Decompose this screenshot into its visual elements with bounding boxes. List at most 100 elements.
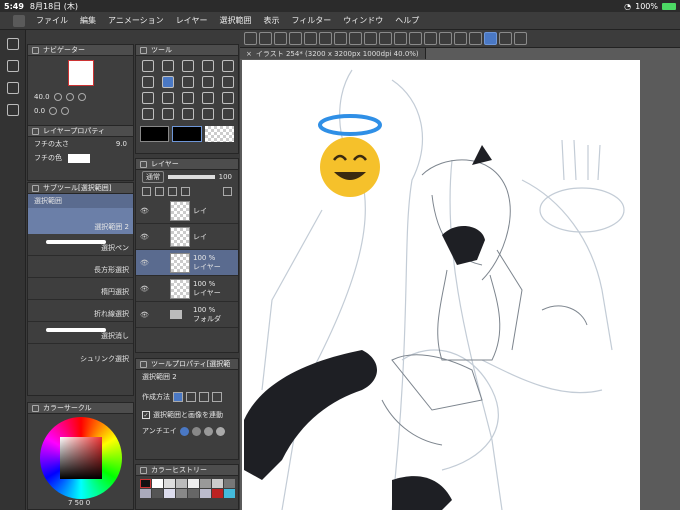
- open-icon[interactable]: [259, 32, 272, 45]
- gradient-tool-icon[interactable]: [202, 92, 214, 104]
- spinner-icon[interactable]: [349, 32, 362, 45]
- chevron-down-icon[interactable]: [514, 32, 527, 45]
- pen-icon[interactable]: [469, 32, 482, 45]
- eye-icon[interactable]: 👁: [140, 311, 149, 319]
- undo-icon[interactable]: [319, 32, 332, 45]
- eye-icon[interactable]: 👁: [140, 259, 149, 267]
- new-layer-icon[interactable]: [142, 186, 151, 196]
- deselect-icon[interactable]: [424, 32, 437, 45]
- subtool-item[interactable]: 選択範囲 2: [28, 208, 133, 234]
- zoom-value[interactable]: 40.0: [34, 93, 50, 101]
- layer-row[interactable]: 👁 100 % レイヤー: [136, 276, 238, 302]
- list-icon[interactable]: [7, 82, 19, 94]
- transform-icon[interactable]: [394, 32, 407, 45]
- canvas-paper[interactable]: [242, 60, 640, 510]
- menu-window[interactable]: ウィンドウ: [337, 15, 389, 26]
- opacity-value[interactable]: 100: [219, 173, 232, 181]
- history-swatch[interactable]: [164, 489, 175, 498]
- menu-selection[interactable]: 選択範囲: [213, 15, 257, 26]
- close-icon[interactable]: ×: [246, 50, 252, 58]
- new-folder-icon[interactable]: [155, 186, 164, 196]
- brush-icon[interactable]: [7, 38, 19, 50]
- brush-tool-icon[interactable]: [222, 76, 234, 88]
- pen-tool-icon[interactable]: [182, 76, 194, 88]
- crop-icon[interactable]: [409, 32, 422, 45]
- balloon-tool-icon[interactable]: [202, 108, 214, 120]
- color-square[interactable]: [59, 437, 102, 479]
- history-swatch[interactable]: [188, 489, 199, 498]
- menu-file[interactable]: ファイル: [30, 15, 74, 26]
- eye-icon[interactable]: 👁: [140, 285, 149, 293]
- frame-tool-icon[interactable]: [142, 108, 154, 120]
- new-file-icon[interactable]: [244, 32, 257, 45]
- layer-row[interactable]: 👁 レイ: [136, 198, 238, 224]
- material-icon[interactable]: [7, 104, 19, 116]
- history-swatch[interactable]: [152, 479, 163, 488]
- add-selection-icon[interactable]: [186, 392, 196, 402]
- antialias-none-icon[interactable]: [179, 426, 189, 436]
- zoom-out-icon[interactable]: [53, 93, 62, 101]
- main-color-swatch[interactable]: [140, 126, 170, 142]
- link-checkbox[interactable]: ✓: [142, 411, 150, 419]
- document-icon[interactable]: [7, 60, 19, 72]
- select-tool-icon[interactable]: [162, 76, 174, 88]
- history-swatch[interactable]: [200, 489, 211, 498]
- intersect-selection-icon[interactable]: [212, 392, 222, 402]
- rotate-value[interactable]: 0.0: [34, 107, 45, 115]
- transparent-color-swatch[interactable]: [204, 126, 234, 142]
- antialias-strong-icon[interactable]: [215, 426, 225, 436]
- history-swatch[interactable]: [164, 479, 175, 488]
- move-tool-icon[interactable]: [222, 60, 234, 72]
- zoom-in-icon[interactable]: [65, 93, 74, 101]
- eyedropper-tool-icon[interactable]: [202, 60, 214, 72]
- rotate-right-icon[interactable]: [61, 107, 70, 115]
- object-tool-icon[interactable]: [142, 76, 154, 88]
- layer-row-folder[interactable]: 👁 100 % フォルダ: [136, 302, 238, 328]
- antialias-weak-icon[interactable]: [191, 426, 201, 436]
- menu-view[interactable]: 表示: [257, 15, 285, 26]
- redo-icon[interactable]: [334, 32, 347, 45]
- ruler-icon[interactable]: [484, 32, 497, 45]
- hand-tool-icon[interactable]: [162, 60, 174, 72]
- history-swatch[interactable]: [224, 479, 235, 488]
- opacity-slider[interactable]: [168, 175, 215, 179]
- history-swatch[interactable]: [176, 479, 187, 488]
- save-icon[interactable]: [274, 32, 287, 45]
- antialias-medium-icon[interactable]: [203, 426, 213, 436]
- settings-icon[interactable]: [289, 32, 302, 45]
- blend-mode-select[interactable]: 通常: [142, 171, 164, 183]
- subtool-group[interactable]: 選択範囲: [28, 194, 133, 208]
- trash-icon[interactable]: [223, 186, 232, 196]
- lock-icon[interactable]: [181, 186, 190, 196]
- subtract-selection-icon[interactable]: [199, 392, 209, 402]
- fit-icon[interactable]: [77, 93, 86, 101]
- menu-layer[interactable]: レイヤー: [170, 15, 214, 26]
- menu-help[interactable]: ヘルプ: [389, 15, 425, 26]
- subtool-item[interactable]: シュリンク選択: [28, 344, 133, 366]
- fill-icon[interactable]: [379, 32, 392, 45]
- menu-edit[interactable]: 編集: [74, 15, 102, 26]
- eraser-tool-icon[interactable]: [142, 92, 154, 104]
- blend-tool-icon[interactable]: [162, 92, 174, 104]
- border-color-swatch[interactable]: [68, 153, 90, 163]
- color-readout[interactable]: 7 50 0: [68, 499, 90, 507]
- history-swatch[interactable]: [224, 489, 235, 498]
- subtool-item[interactable]: 折れ線選択: [28, 300, 133, 322]
- pencil-tool-icon[interactable]: [202, 76, 214, 88]
- border-width-value[interactable]: 9.0: [116, 140, 127, 148]
- fill-tool-icon[interactable]: [182, 92, 194, 104]
- rotate-tool-icon[interactable]: [182, 60, 194, 72]
- zoom-tool-icon[interactable]: [142, 60, 154, 72]
- clear-icon[interactable]: [364, 32, 377, 45]
- help-icon[interactable]: [499, 32, 512, 45]
- history-swatch[interactable]: [152, 489, 163, 498]
- subtool-item[interactable]: 長方形選択: [28, 256, 133, 278]
- subtool-item[interactable]: 選択消し: [28, 322, 133, 344]
- menu-animation[interactable]: アニメーション: [102, 15, 170, 26]
- eye-icon[interactable]: 👁: [140, 207, 149, 215]
- history-swatch[interactable]: [176, 489, 187, 498]
- grid-icon[interactable]: [454, 32, 467, 45]
- export-icon[interactable]: [304, 32, 317, 45]
- subtool-item[interactable]: 楕円選択: [28, 278, 133, 300]
- new-selection-icon[interactable]: [173, 392, 183, 402]
